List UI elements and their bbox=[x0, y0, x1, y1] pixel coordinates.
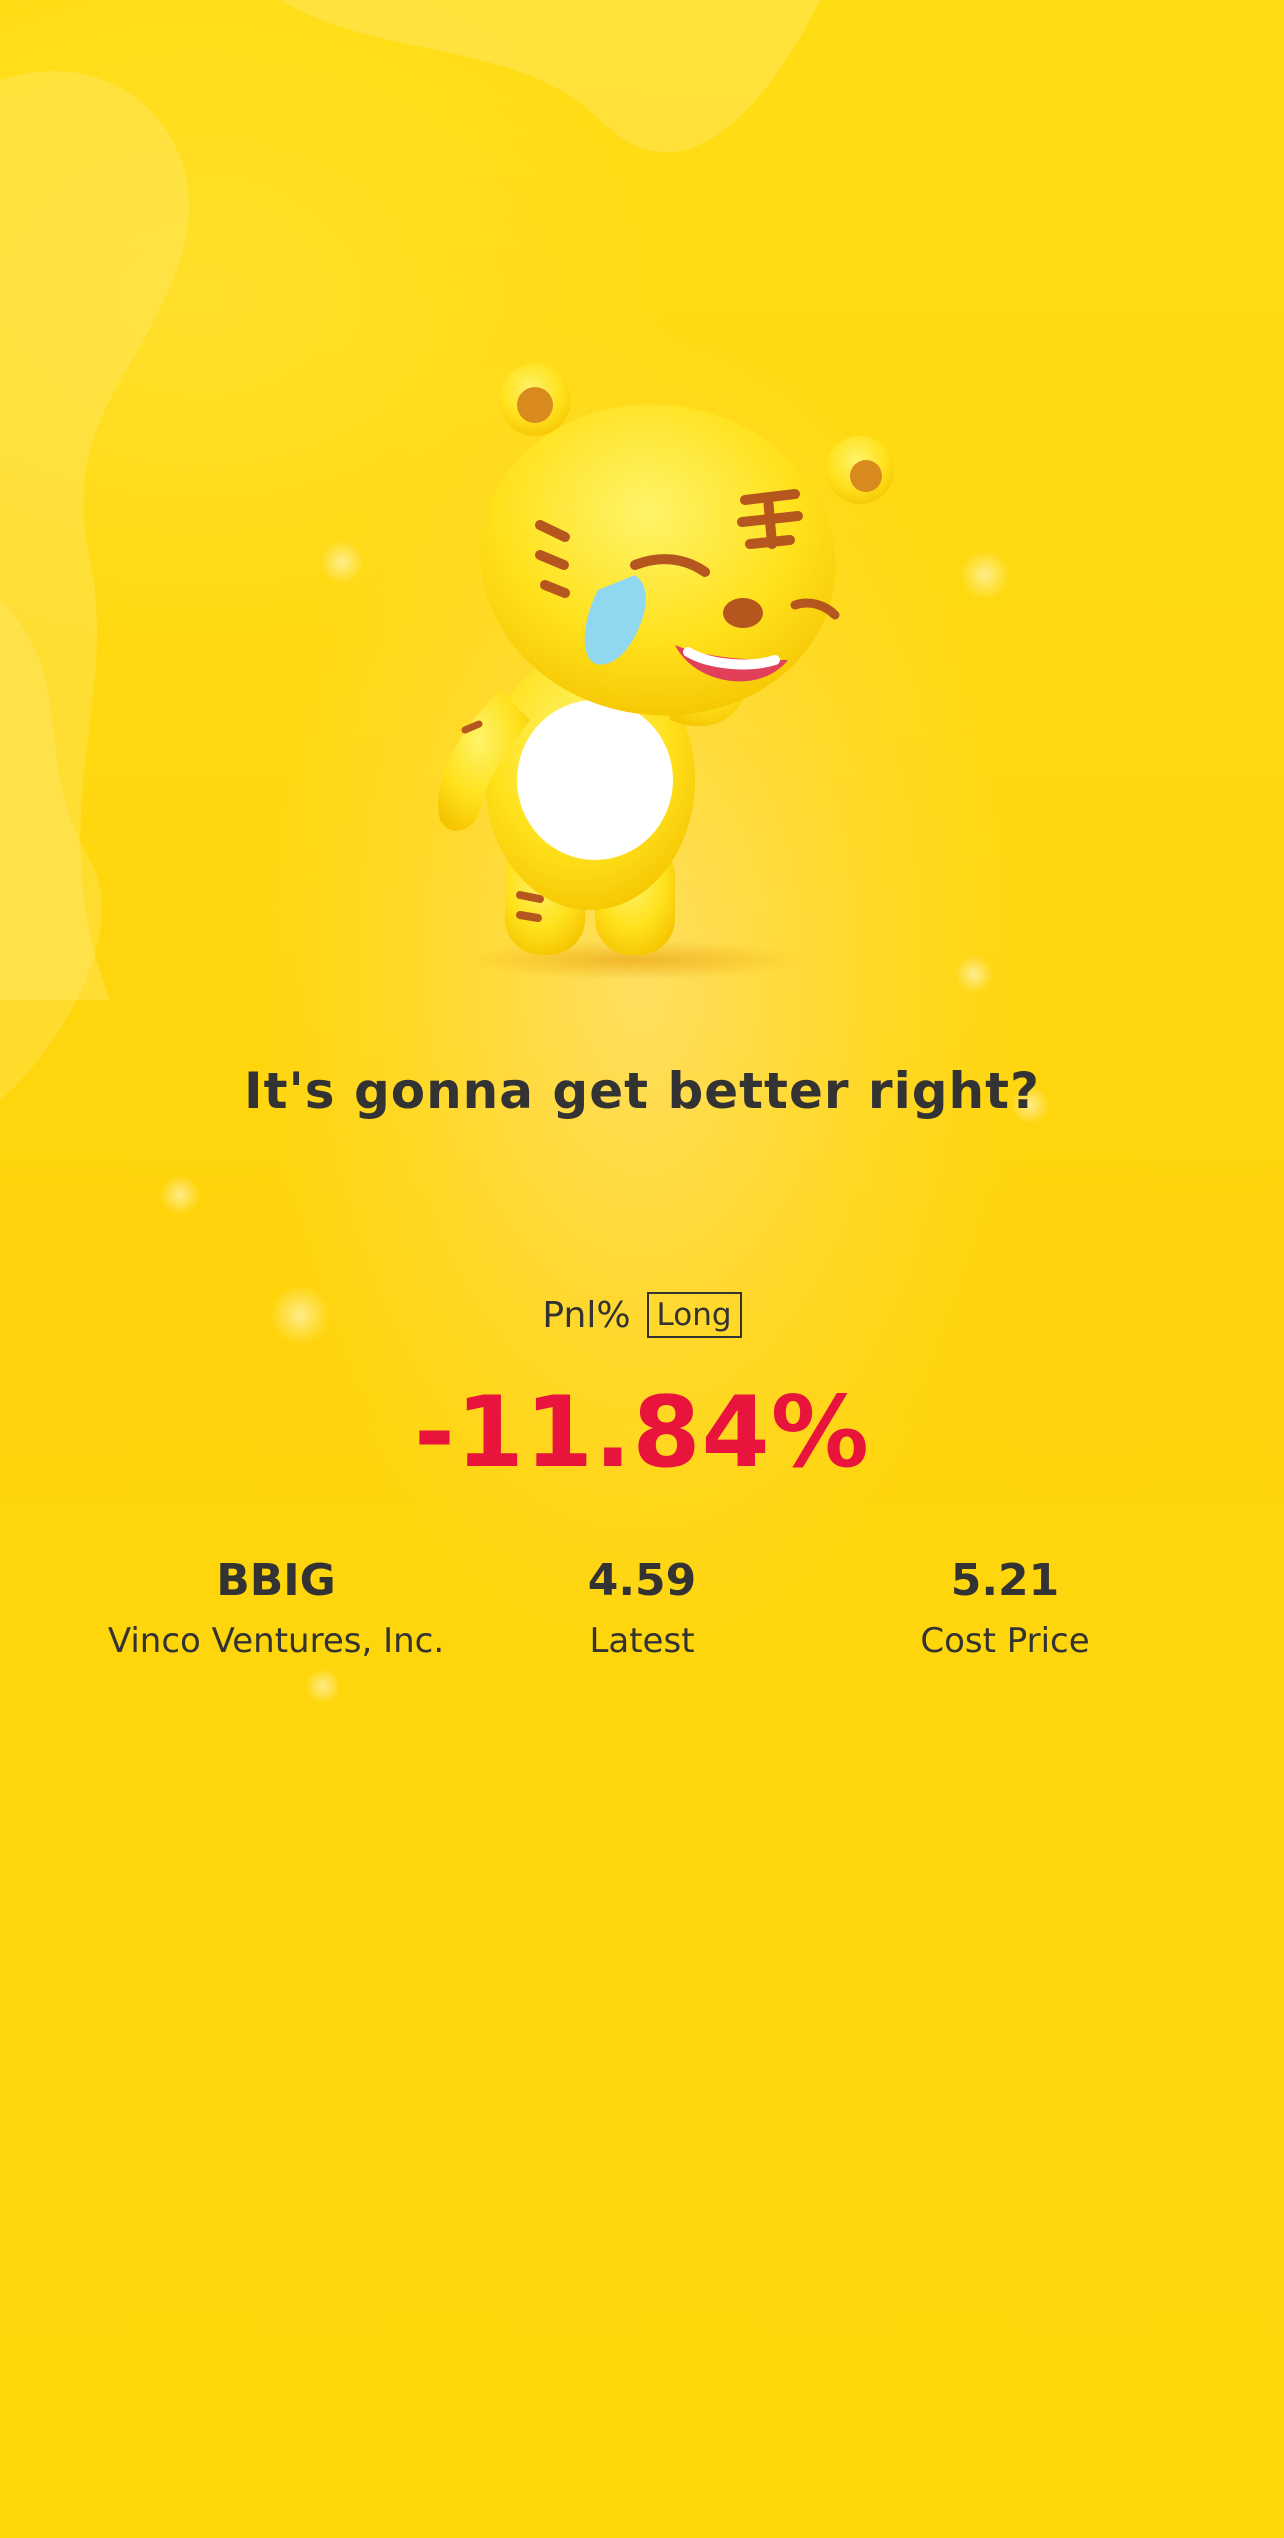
sparkle bbox=[305, 1668, 341, 1704]
company-name: Vinco Ventures, Inc. bbox=[107, 1621, 445, 1661]
pnl-header: Pnl% Long bbox=[0, 1292, 1284, 1338]
cost-price-label: Cost Price bbox=[920, 1621, 1090, 1661]
pnl-label: Pnl% bbox=[542, 1294, 631, 1336]
sparkle bbox=[960, 550, 1010, 600]
stock-symbol: BBIG bbox=[216, 1555, 336, 1606]
headline: It's gonna get better right? bbox=[243, 1062, 1041, 1120]
pnl-value: -11.84% bbox=[414, 1376, 870, 1490]
cost-price: 5.21 bbox=[950, 1555, 1060, 1606]
stat-latest: 4.59 Latest bbox=[432, 1553, 852, 1669]
sparkle bbox=[955, 955, 993, 993]
stat-symbol: BBIG Vinco Ventures, Inc. bbox=[66, 1553, 486, 1669]
position-tag: Long bbox=[646, 1292, 742, 1338]
sparkle bbox=[320, 540, 364, 584]
latest-price: 4.59 bbox=[587, 1555, 697, 1606]
latest-label: Latest bbox=[589, 1621, 695, 1661]
sparkle bbox=[160, 1175, 200, 1215]
crying-tiger-mascot-icon bbox=[438, 364, 894, 980]
stat-cost: 5.21 Cost Price bbox=[795, 1553, 1215, 1669]
